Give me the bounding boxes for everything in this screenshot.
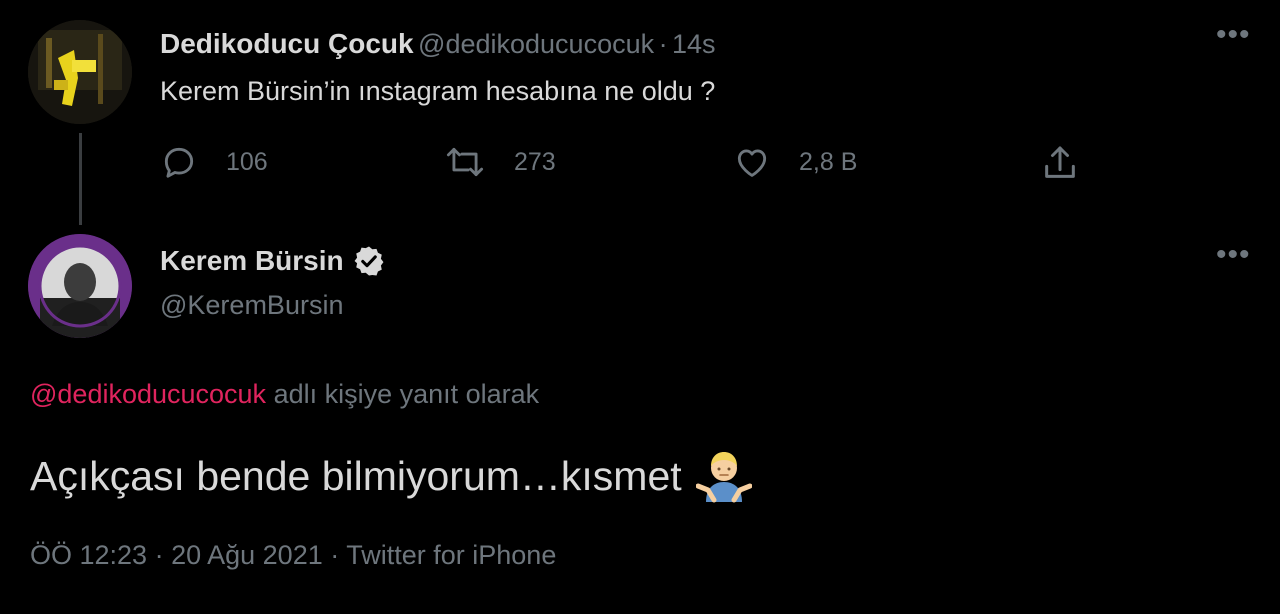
main-display-name[interactable]: Kerem Bürsin xyxy=(160,245,344,277)
reply-to-label: adlı kişiye yanıt olarak xyxy=(266,379,540,409)
retweet-count: 273 xyxy=(514,147,556,176)
tweet-metadata: ÖÖ 12:23 · 20 Ağu 2021 · Twitter for iPh… xyxy=(30,540,556,571)
parent-display-name[interactable]: Dedikoducu Çocuk xyxy=(160,28,414,59)
main-tweet-text: Açıkçası bende bilmiyorum…kısmet xyxy=(30,448,753,504)
tweet-date[interactable]: 20 Ağu 2021 xyxy=(171,540,323,570)
main-avatar-image xyxy=(28,234,132,338)
like-button[interactable]: 2,8 B xyxy=(733,143,857,181)
parent-tweet-text: Kerem Bürsin’in ınstagram hesabına ne ol… xyxy=(160,76,716,106)
header-separator: · xyxy=(658,29,668,59)
parent-avatar-image xyxy=(28,20,132,124)
share-button[interactable] xyxy=(1040,143,1080,183)
main-tweet-body: Açıkçası bende bilmiyorum…kısmet xyxy=(30,452,682,499)
man-shrugging-emoji-icon xyxy=(695,452,753,503)
main-avatar[interactable] xyxy=(28,234,132,338)
share-icon xyxy=(1045,146,1075,178)
parent-time[interactable]: 14s xyxy=(672,29,716,59)
parent-handle[interactable]: @dedikoducucocuk xyxy=(418,29,654,59)
reply-to-mention[interactable]: @dedikoducucocuk xyxy=(30,379,266,409)
parent-tweet-header: Dedikoducu Çocuk @dedikoducucocuk · 14s xyxy=(160,28,716,60)
tweet-source[interactable]: Twitter for iPhone xyxy=(346,540,556,570)
parent-more-icon[interactable]: ••• xyxy=(1216,20,1251,50)
thread-connector-line xyxy=(79,133,82,225)
reply-icon xyxy=(164,147,194,178)
main-more-icon[interactable]: ••• xyxy=(1216,240,1251,270)
retweet-button[interactable]: 273 xyxy=(444,143,556,181)
meta-separator: · xyxy=(147,540,172,570)
parent-avatar[interactable] xyxy=(28,20,132,124)
reply-button[interactable]: 106 xyxy=(160,143,268,181)
like-icon xyxy=(737,149,767,177)
like-count: 2,8 B xyxy=(799,147,858,176)
replying-to: @dedikoducucocuk adlı kişiye yanıt olara… xyxy=(30,379,539,410)
reply-count: 106 xyxy=(226,147,268,176)
man-shrugging-emoji xyxy=(695,448,753,504)
main-tweet-header: Kerem Bürsin xyxy=(160,244,386,278)
main-handle[interactable]: @KeremBursin xyxy=(160,290,343,321)
retweet-icon xyxy=(446,147,484,177)
verified-badge-icon xyxy=(354,246,384,276)
meta-separator: · xyxy=(322,540,347,570)
tweet-time[interactable]: ÖÖ 12:23 xyxy=(30,540,147,570)
